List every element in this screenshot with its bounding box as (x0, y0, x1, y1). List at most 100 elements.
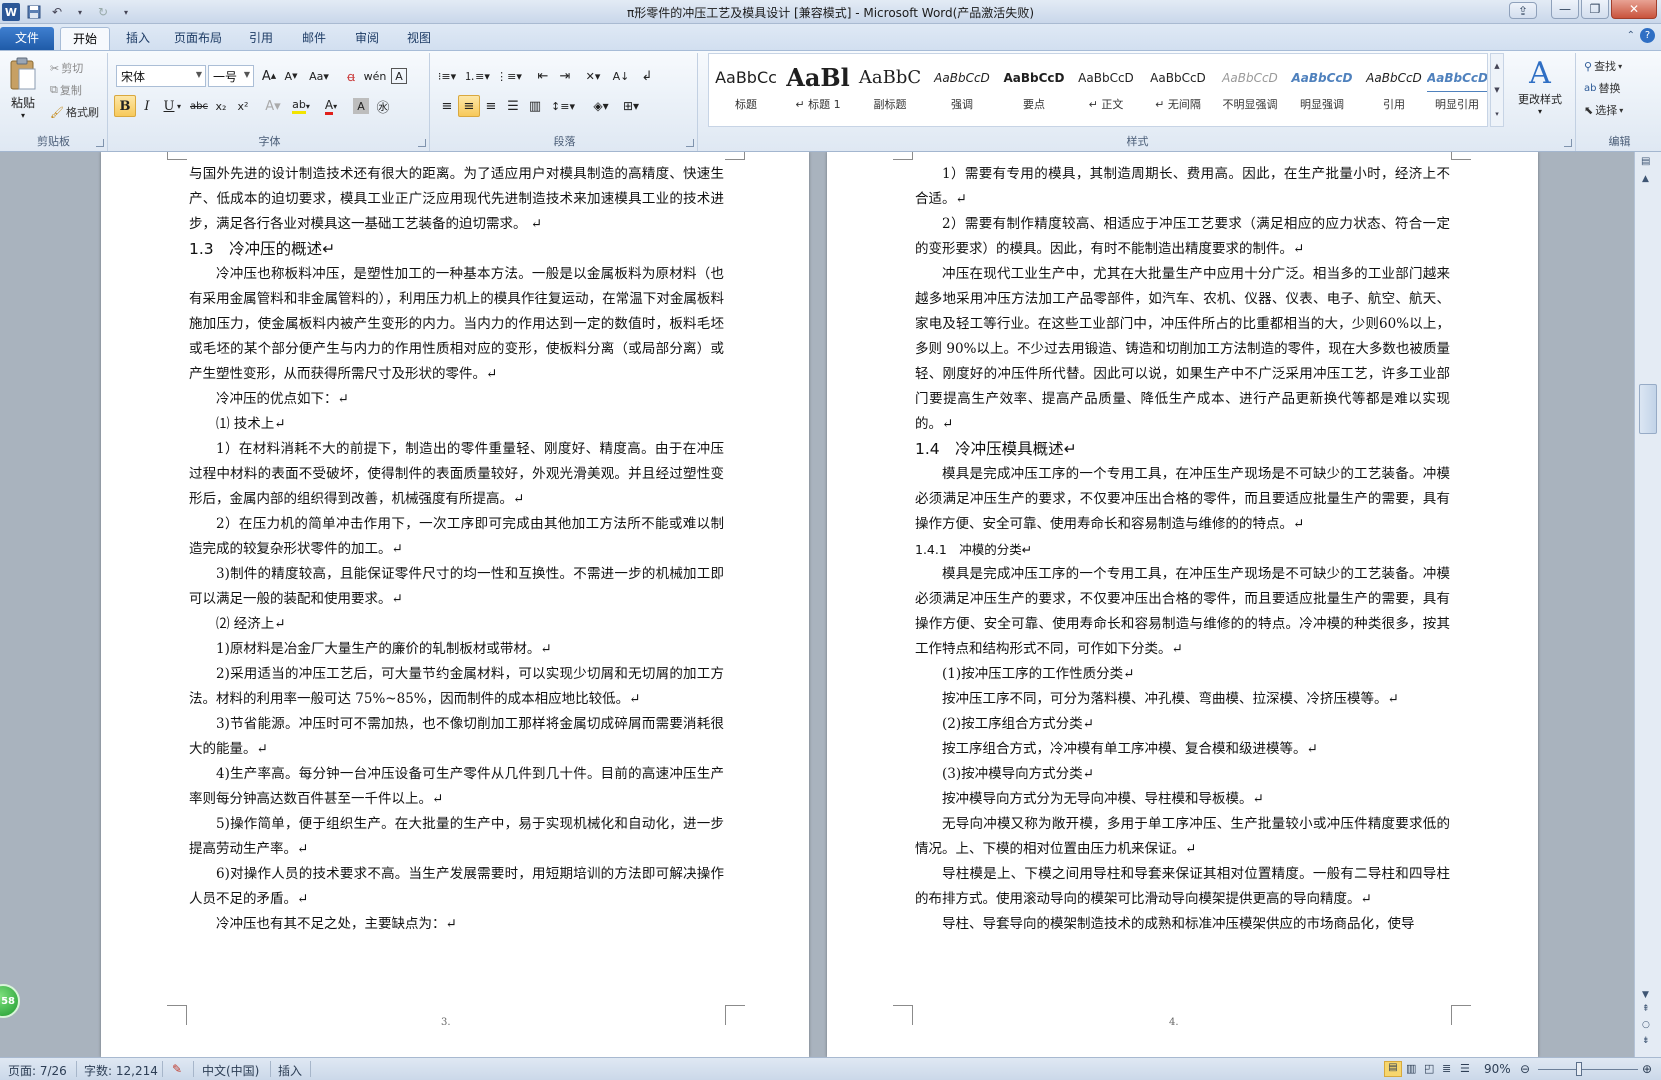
maximize-button[interactable]: ❐ (1581, 0, 1609, 19)
tab-insert[interactable]: 插入 (117, 27, 159, 50)
browse-object-icon[interactable]: ○ (1642, 1020, 1650, 1030)
select-button[interactable]: ⬉ 选择 ▾ (1582, 99, 1625, 121)
bullets-icon[interactable]: ⁝≡▾ (436, 65, 458, 87)
paste-button[interactable]: 粘贴 ▾ (4, 57, 42, 127)
styles-scroll[interactable]: ▲ ▼ ▾ (1490, 53, 1504, 127)
draft-view-icon[interactable]: ☰ (1460, 1062, 1470, 1075)
minimize-button[interactable]: — (1551, 0, 1579, 19)
line-spacing-icon[interactable]: ↕≡▾ (551, 95, 575, 117)
borders-icon[interactable]: ⊞▾ (620, 95, 642, 117)
enclose-characters-icon[interactable]: ㊌ (372, 95, 394, 117)
subscript-button[interactable]: x₂ (210, 95, 232, 117)
font-name-combo[interactable]: 宋体 ▼ (116, 65, 206, 87)
numbering-icon[interactable]: ⒈≡▾ (464, 65, 490, 87)
character-border-icon[interactable]: A (391, 68, 407, 84)
styles-launcher-icon[interactable] (1564, 139, 1572, 147)
text-effects-icon[interactable]: A▾ (262, 95, 284, 117)
align-right-icon[interactable]: ≡ (480, 95, 502, 117)
font-color-icon[interactable]: A ▾ (320, 95, 342, 117)
show-marks-icon[interactable]: ↲ (636, 65, 658, 87)
superscript-button[interactable]: x² (232, 95, 254, 117)
paste-dropdown-icon[interactable]: ▾ (4, 111, 42, 120)
style-title[interactable]: AaBbCc 标题 (711, 60, 781, 116)
tab-home[interactable]: 开始 (60, 27, 110, 50)
underline-dropdown-icon[interactable]: ▾ (174, 95, 184, 117)
page-left-body[interactable]: 与国外先进的设计制造技术还有很大的距离。为了适应用户对模具制造的高精度、快速生产… (189, 162, 724, 937)
full-screen-reading-icon[interactable]: ▥ (1406, 1062, 1416, 1075)
floating-badge[interactable]: 58 (0, 984, 20, 1018)
style-quote[interactable]: AaBbCcD 引用 (1359, 60, 1429, 116)
multilevel-list-icon[interactable]: ⋮≡▾ (496, 65, 522, 87)
align-center-icon[interactable]: ≡ (458, 95, 480, 117)
replace-button[interactable]: ab 替换 (1582, 77, 1622, 99)
outline-view-icon[interactable]: ≣ (1442, 1062, 1451, 1075)
style-intense-quote[interactable]: AaBbCcD 明显引用 (1427, 60, 1487, 116)
align-left-icon[interactable]: ≡ (436, 95, 458, 117)
sort-icon[interactable]: A↓ (610, 65, 632, 87)
tab-review[interactable]: 审阅 (346, 27, 388, 50)
cut-button[interactable]: ✂ 剪切 (48, 57, 85, 79)
character-shading-icon[interactable]: A (353, 98, 369, 114)
change-case-icon[interactable]: Aa▾ (308, 65, 330, 87)
word-count[interactable]: 字数: 12,214 (84, 1062, 158, 1079)
bold-button[interactable]: B (114, 95, 136, 117)
proofing-icon[interactable]: ✎ (172, 1062, 182, 1076)
style-normal[interactable]: AaBbCcD ↵ 正文 (1071, 60, 1141, 116)
web-layout-icon[interactable]: ◰ (1424, 1062, 1434, 1075)
style-emphasis[interactable]: AaBbCcD 强调 (927, 60, 997, 116)
italic-button[interactable]: I (136, 95, 158, 117)
ribbon-collapse-button[interactable]: ⇪ (1509, 2, 1537, 19)
previous-page-icon[interactable]: ⇞ (1642, 1004, 1650, 1014)
tab-page-layout[interactable]: 页面布局 (165, 27, 231, 50)
tab-file[interactable]: 文件 (0, 27, 54, 50)
paragraph-launcher-icon[interactable] (686, 139, 694, 147)
close-button[interactable]: ✕ (1611, 0, 1657, 19)
page-right-body[interactable]: 1）需要有专用的模具，其制造周期长、费用高。因此，在生产批量小时，经济上不合适。… (915, 162, 1450, 937)
chinese-layout-icon[interactable]: ✕▾ (582, 65, 604, 87)
style-no-spacing[interactable]: AaBbCcD ↵ 无间隔 (1143, 60, 1213, 116)
style-intense-emphasis[interactable]: AaBbCcD 明显强调 (1287, 60, 1357, 116)
scroll-thumb[interactable] (1639, 384, 1657, 434)
style-heading1[interactable]: AaBl ↵ 标题 1 (783, 60, 853, 116)
page-count[interactable]: 页面: 7/26 (8, 1062, 67, 1079)
font-size-combo[interactable]: 一号 ▼ (208, 65, 254, 87)
ribbon-minimize-icon[interactable]: ⌃ (1627, 30, 1635, 41)
insert-mode-indicator[interactable]: 插入 (278, 1062, 302, 1079)
style-subtle-emphasis[interactable]: AaBbCcD 不明显强调 (1215, 60, 1285, 116)
change-styles-button[interactable]: A 更改样式 ▾ (1508, 57, 1572, 117)
style-subtitle[interactable]: AaBbC 副标题 (855, 60, 925, 116)
scroll-down-icon[interactable]: ▼ (1642, 990, 1649, 1000)
zoom-out-icon[interactable]: ⊖ (1520, 1062, 1530, 1076)
justify-icon[interactable]: ☰ (502, 95, 524, 117)
distributed-icon[interactable]: ▥ (524, 95, 546, 117)
tab-mailings[interactable]: 邮件 (293, 27, 335, 50)
decrease-indent-icon[interactable]: ⇤ (532, 65, 554, 87)
zoom-level[interactable]: 90% (1484, 1062, 1511, 1076)
grow-font-icon[interactable]: A ▲ (258, 65, 280, 87)
tab-view[interactable]: 视图 (398, 27, 440, 50)
zoom-slider-thumb[interactable] (1576, 1062, 1582, 1076)
format-painter-button[interactable]: 🖌 格式刷 (48, 101, 101, 123)
find-button[interactable]: ⚲ 查找 ▾ (1582, 55, 1624, 77)
copy-button[interactable]: ⧉ 复制 (48, 79, 84, 101)
ruler-toggle-icon[interactable]: ▤ (1641, 156, 1650, 167)
language-indicator[interactable]: 中文(中国) (202, 1062, 259, 1079)
zoom-in-icon[interactable]: ⊕ (1642, 1062, 1652, 1076)
shading-icon[interactable]: ◈▾ (590, 95, 612, 117)
next-page-icon[interactable]: ⇟ (1642, 1036, 1650, 1046)
font-launcher-icon[interactable] (418, 139, 426, 147)
vertical-scrollbar[interactable]: ▤ ▲ ▼ ⇞ ○ ⇟ (1634, 152, 1661, 1057)
print-layout-view-icon[interactable]: ▤ (1384, 1061, 1402, 1077)
help-icon[interactable]: ? (1640, 28, 1655, 43)
clipboard-launcher-icon[interactable] (96, 139, 104, 147)
strikethrough-button[interactable]: abc (188, 95, 210, 117)
phonetic-guide-icon[interactable]: wén (364, 65, 387, 87)
scroll-up-icon[interactable]: ▲ (1642, 174, 1649, 184)
shrink-font-icon[interactable]: A ▼ (280, 65, 302, 87)
tab-references[interactable]: 引用 (240, 27, 282, 50)
style-strong[interactable]: AaBbCcD 要点 (999, 60, 1069, 116)
highlight-color-icon[interactable]: ab ▾ (290, 95, 312, 117)
zoom-slider-track[interactable] (1538, 1069, 1638, 1070)
clear-formatting-icon[interactable]: ꬰ (340, 65, 362, 87)
increase-indent-icon[interactable]: ⇥ (554, 65, 576, 87)
